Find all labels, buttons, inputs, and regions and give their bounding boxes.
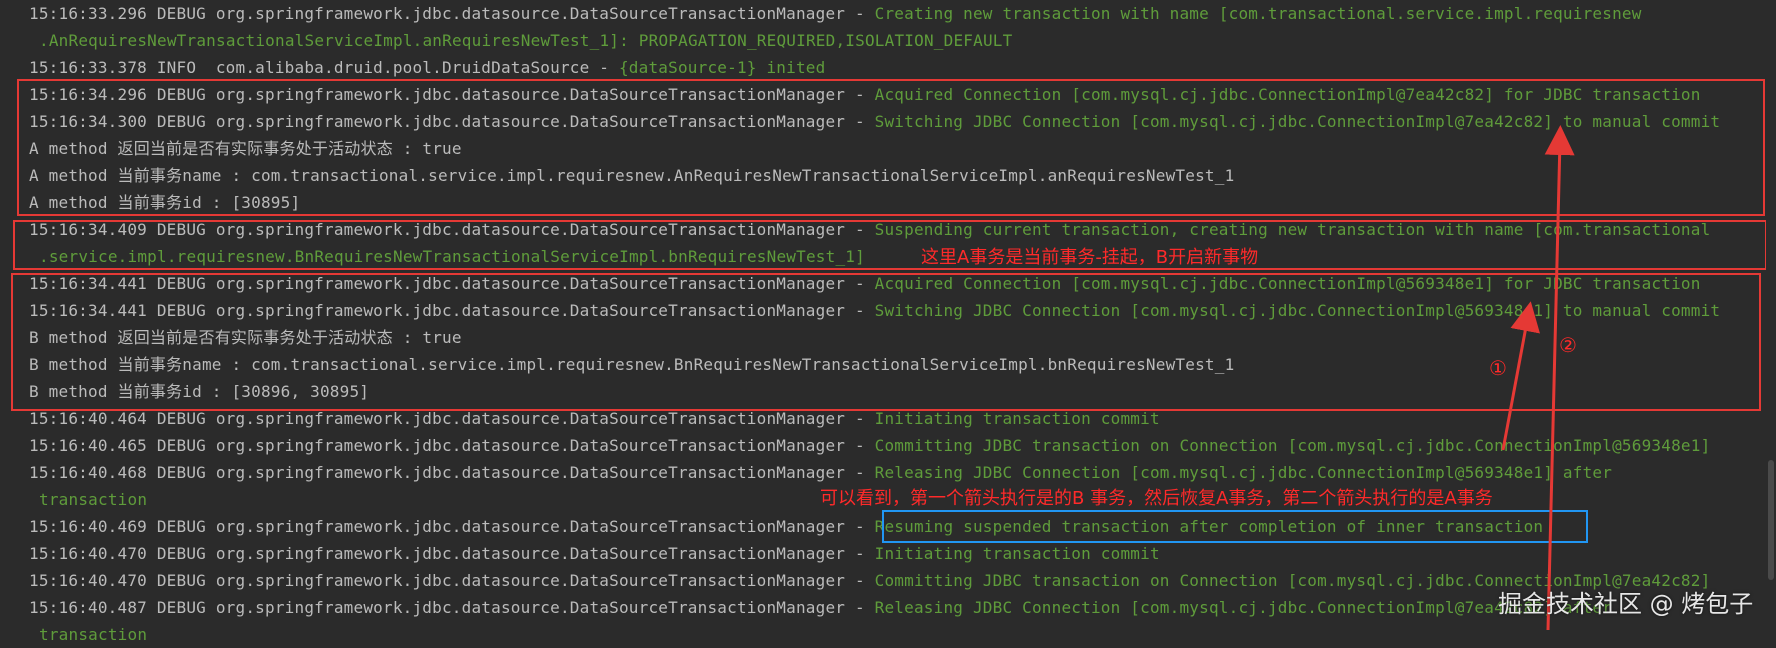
log-line: .service.impl.requiresnew.BnRequiresNewT… [39,247,865,266]
annotation-note-suspend: 这里A事务是当前事务-挂起，B开启新事物 [921,247,1259,268]
log-line: 15:16:34.296 DEBUG org.springframework.j… [29,85,1701,104]
annotation-marker-1: ① [1489,356,1507,380]
log-line: B method 返回当前是否有实际事务处于活动状态 : true [29,328,462,347]
log-line: B method 当前事务name : com.transactional.se… [29,355,1235,374]
log-line: B method 当前事务id : [30896, 30895] [29,382,370,401]
log-line: 15:16:34.409 DEBUG org.springframework.j… [29,220,1711,239]
vertical-scrollbar[interactable] [1766,0,1776,637]
log-line: A method 当前事务name : com.transactional.se… [29,166,1235,185]
log-line: A method 返回当前是否有实际事务处于活动状态 : true [29,139,462,158]
console-output: 15:16:33.296 DEBUG org.springframework.j… [0,0,1776,644]
log-line: A method 当前事务id : [30895] [29,193,301,212]
log-line: 15:16:40.468 DEBUG org.springframework.j… [29,463,1613,482]
log-line: 15:16:34.441 DEBUG org.springframework.j… [29,301,1721,320]
watermark: 掘金技术社区 @ 烤包子 [1498,590,1754,618]
scrollbar-thumb[interactable] [1768,460,1774,580]
log-line: .AnRequiresNewTransactionalServiceImpl.a… [39,31,1013,50]
log-line: 15:16:34.300 DEBUG org.springframework.j… [29,112,1721,131]
annotation-note-summary: 可以看到，第一个箭头执行是的B 事务，然后恢复A事务，第二个箭头执行的是A事务 [820,488,1493,509]
log-line: transaction [39,625,148,644]
log-line: 15:16:33.378 INFO com.alibaba.druid.pool… [29,58,826,77]
log-line: 15:16:40.470 DEBUG org.springframework.j… [29,544,1160,563]
log-line: 15:16:33.296 DEBUG org.springframework.j… [29,4,1642,23]
log-line: 15:16:40.464 DEBUG org.springframework.j… [29,409,1160,428]
log-line: transaction [39,490,148,509]
log-line: 15:16:40.465 DEBUG org.springframework.j… [29,436,1711,455]
log-line: 15:16:34.441 DEBUG org.springframework.j… [29,274,1701,293]
log-line: 15:16:40.487 DEBUG org.springframework.j… [29,598,1613,617]
log-line: 15:16:40.470 DEBUG org.springframework.j… [29,571,1711,590]
log-line: 15:16:40.469 DEBUG org.springframework.j… [29,517,1544,536]
annotation-marker-2: ② [1559,333,1577,357]
